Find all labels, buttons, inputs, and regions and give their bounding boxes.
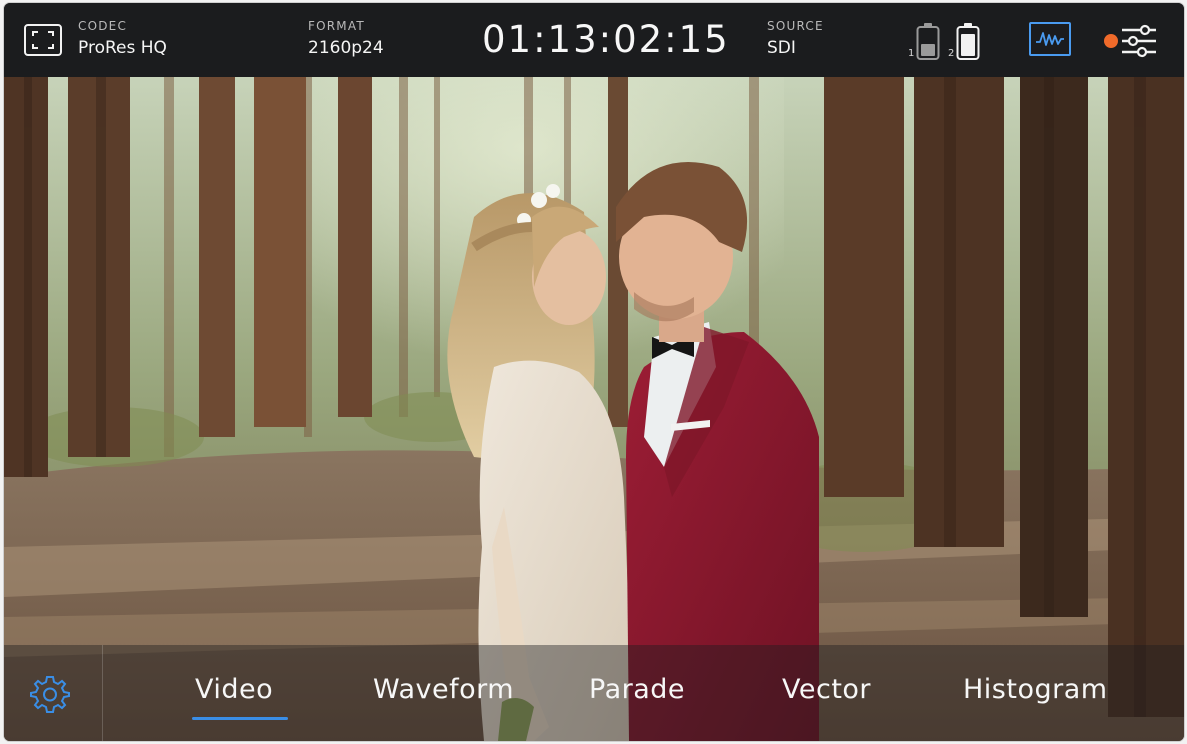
recording-indicator (1104, 34, 1118, 48)
video-preview[interactable] (4, 77, 1184, 741)
battery-2-indicator: 2 (948, 23, 982, 61)
format-info[interactable]: FORMAT 2160p24 (308, 19, 384, 58)
timecode-display: 01:13:02:15 (482, 18, 730, 61)
source-info[interactable]: SOURCE SDI (767, 19, 824, 58)
active-tab-indicator (192, 717, 288, 720)
monitor-screen: CODEC ProRes HQ FORMAT 2160p24 01:13:02:… (4, 3, 1184, 741)
tab-parade[interactable]: Parade (589, 673, 685, 707)
sliders-icon[interactable] (1118, 23, 1160, 59)
source-value: SDI (767, 38, 796, 58)
frame-guide-icon[interactable] (24, 24, 62, 56)
battery-2-number: 2 (948, 48, 955, 59)
format-value: 2160p24 (308, 38, 384, 58)
forest-couple-image (4, 77, 1184, 741)
tab-histogram[interactable]: Histogram (963, 673, 1108, 707)
waveform-scope-icon[interactable] (1029, 22, 1071, 56)
bottom-menu-bar: Video Waveform Parade Vector Histogram (4, 645, 1184, 741)
format-label: FORMAT (308, 19, 365, 33)
battery-1-indicator: 1 (908, 23, 942, 61)
tab-vector[interactable]: Vector (782, 673, 871, 707)
codec-value: ProRes HQ (78, 38, 167, 58)
top-status-bar: CODEC ProRes HQ FORMAT 2160p24 01:13:02:… (4, 3, 1184, 77)
gear-icon (30, 676, 70, 713)
codec-info[interactable]: CODEC ProRes HQ (78, 19, 167, 58)
source-label: SOURCE (767, 19, 824, 33)
settings-button[interactable] (4, 645, 103, 741)
tab-video[interactable]: Video (195, 673, 273, 707)
battery-1-icon (916, 23, 940, 60)
battery-1-number: 1 (908, 48, 915, 59)
battery-2-icon (956, 23, 980, 60)
tab-waveform[interactable]: Waveform (373, 673, 514, 707)
codec-label: CODEC (78, 19, 128, 33)
